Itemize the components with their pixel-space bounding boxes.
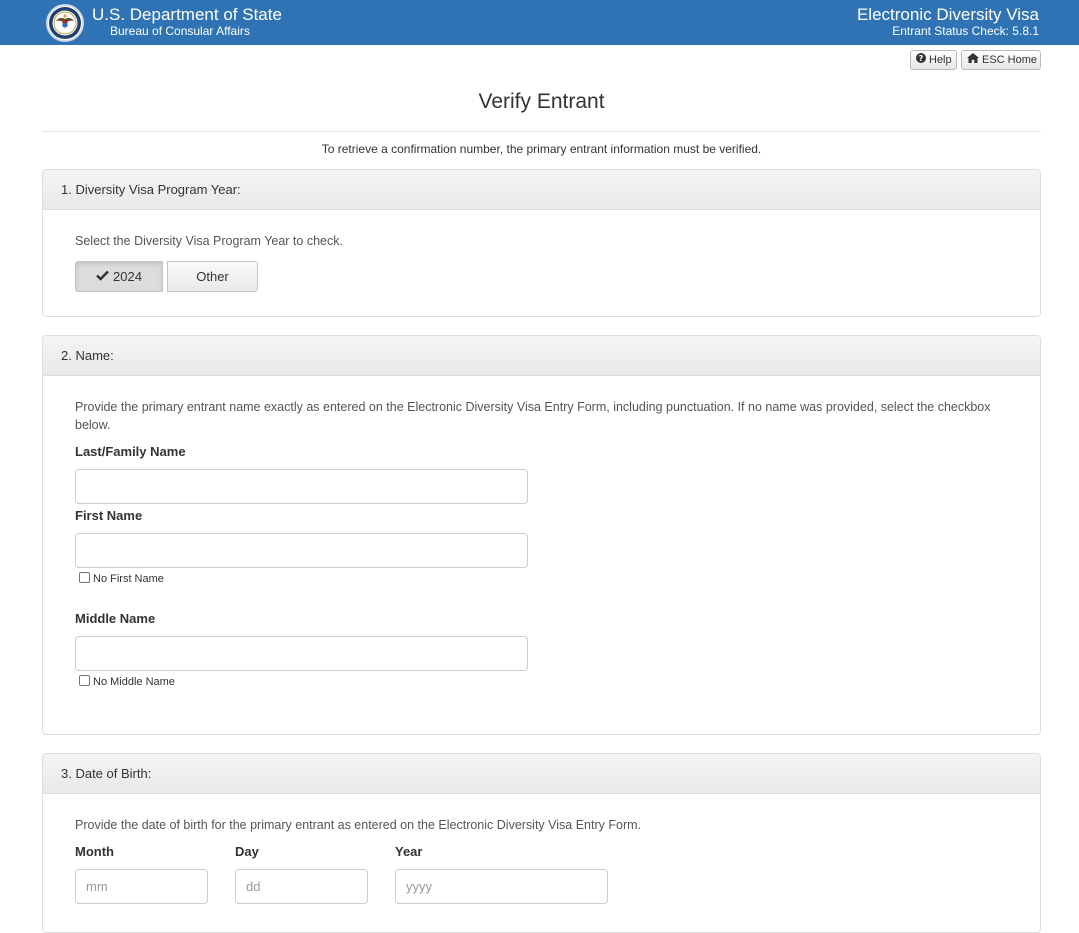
day-input[interactable] — [235, 869, 368, 904]
no-first-name-label: No First Name — [93, 573, 164, 585]
year-option-other[interactable]: Other — [167, 261, 258, 292]
last-name-input[interactable] — [75, 469, 528, 504]
year-label: Year — [395, 844, 423, 859]
middle-name-input[interactable] — [75, 636, 528, 671]
day-label: Day — [235, 844, 259, 859]
program-year-help: Select the Diversity Visa Program Year t… — [75, 234, 343, 248]
app-title: Electronic Diversity Visa — [856, 5, 1039, 24]
home-icon — [967, 51, 979, 69]
help-button-label: Help — [929, 54, 952, 66]
question-circle-icon: ? — [916, 51, 926, 69]
program-year-heading: 1. Diversity Visa Program Year: — [43, 170, 1040, 210]
middle-name-label: Middle Name — [75, 611, 156, 626]
year-option-other-label: Other — [196, 269, 229, 284]
year-input[interactable] — [395, 869, 608, 904]
no-first-name-checkbox-row[interactable]: No First Name — [79, 572, 164, 586]
year-option-2024-label: 2024 — [113, 269, 142, 284]
no-middle-name-checkbox[interactable] — [79, 675, 90, 686]
page-title: Verify Entrant — [478, 90, 605, 113]
no-middle-name-label: No Middle Name — [93, 676, 175, 688]
title-divider — [42, 131, 1041, 132]
site-header: U.S. Department of State Bureau of Consu… — [0, 0, 1079, 45]
first-name-label: First Name — [75, 508, 143, 523]
bureau-name: Bureau of Consular Affairs — [110, 24, 250, 38]
month-input[interactable] — [75, 869, 208, 904]
name-help: Provide the primary entrant name exactly… — [75, 400, 991, 432]
esc-home-button-label: ESC Home — [982, 54, 1038, 66]
name-panel: 2. Name: Provide the primary entrant nam… — [42, 335, 1041, 735]
program-year-panel: 1. Diversity Visa Program Year: Select t… — [42, 169, 1041, 317]
no-first-name-checkbox[interactable] — [79, 572, 90, 583]
department-seal-logo — [46, 4, 84, 42]
name-heading: 2. Name: — [43, 336, 1040, 376]
date-of-birth-panel: 3. Date of Birth: Provide the date of bi… — [42, 753, 1041, 933]
help-button[interactable]: ? Help — [910, 50, 957, 70]
intro-text: To retrieve a confirmation number, the p… — [321, 142, 762, 156]
last-name-label: Last/Family Name — [75, 444, 186, 459]
year-option-2024[interactable]: 2024 — [75, 261, 163, 292]
date-of-birth-heading: 3. Date of Birth: — [43, 754, 1040, 794]
no-middle-name-checkbox-row[interactable]: No Middle Name — [79, 675, 175, 689]
date-of-birth-help: Provide the date of birth for the primar… — [75, 818, 641, 832]
month-label: Month — [75, 844, 114, 859]
esc-home-button[interactable]: ESC Home — [961, 50, 1041, 70]
app-version: Entrant Status Check: 5.8.1 — [892, 24, 1039, 38]
first-name-input[interactable] — [75, 533, 528, 568]
checkmark-icon — [96, 262, 109, 291]
svg-text:?: ? — [919, 54, 924, 63]
agency-name: U.S. Department of State — [92, 5, 282, 24]
